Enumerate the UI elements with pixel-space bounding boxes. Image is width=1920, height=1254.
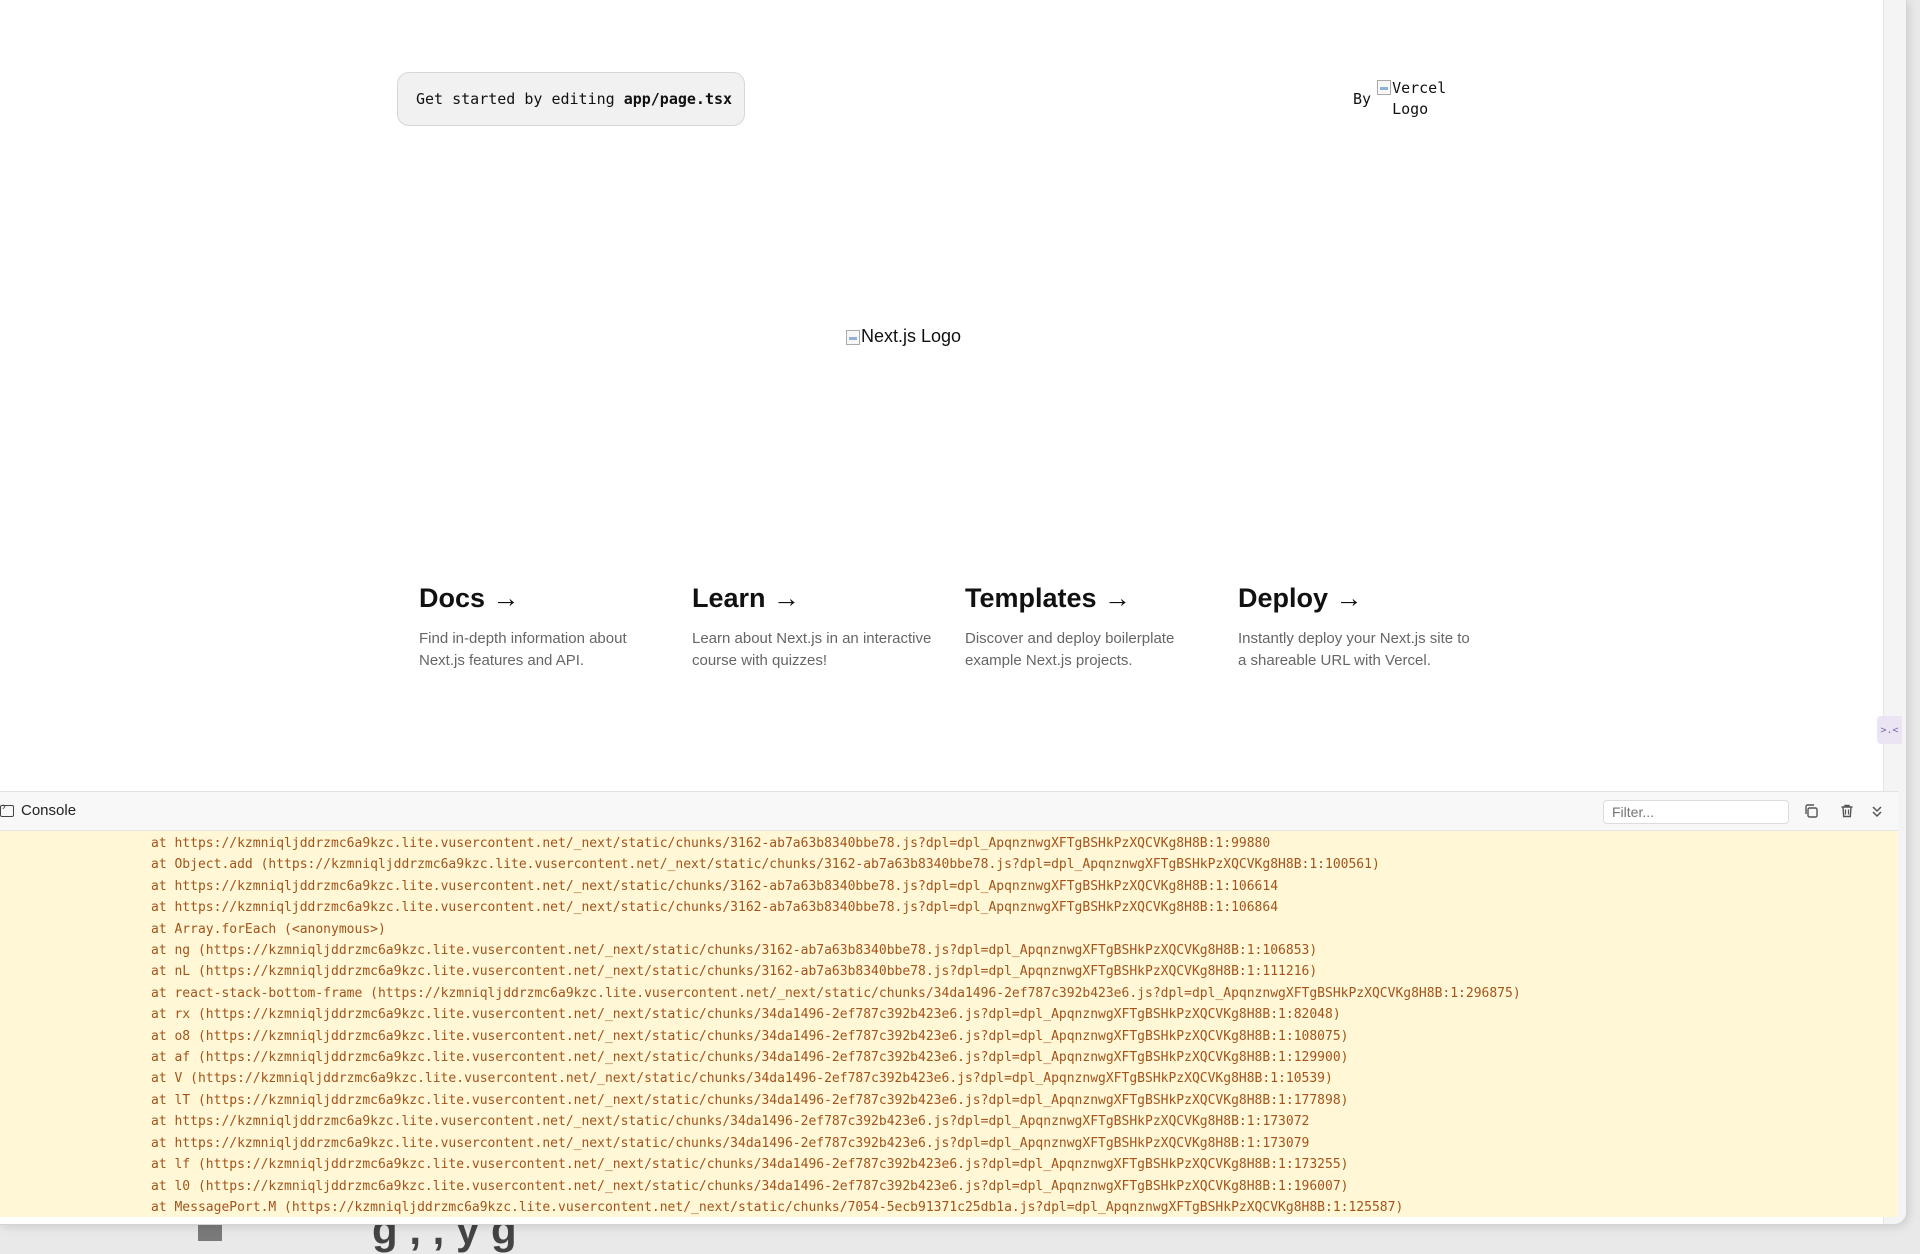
broken-image-icon [846,330,860,345]
by-label: By [1353,90,1372,108]
log-line: at nL (https://kzmniqljddrzmc6a9kzc.lite… [151,964,1318,980]
card-title: Docs → [419,583,520,613]
card-title: Learn → [692,583,801,613]
card-description: Find in-depth information about Next.js … [419,630,627,669]
deploy-card[interactable]: Deploy → Instantly deploy your Next.js s… [1238,580,1511,672]
log-line: at V (https://kzmniqljddrzmc6a9kzc.lite.… [151,1071,1333,1087]
log-line: at https://kzmniqljddrzmc6a9kzc.lite.vus… [151,1114,1310,1130]
copy-icon[interactable] [1803,803,1819,819]
log-line: at https://kzmniqljddrzmc6a9kzc.lite.vus… [151,900,1279,916]
console-log: at https://kzmniqljddrzmc6a9kzc.lite.vus… [0,831,1898,1218]
log-line: at https://kzmniqljddrzmc6a9kzc.lite.vus… [151,878,1279,894]
log-line: at ng (https://kzmniqljddrzmc6a9kzc.lite… [151,943,1318,959]
log-line: at rx (https://kzmniqljddrzmc6a9kzc.lite… [151,1007,1341,1023]
log-line: at o8 (https://kzmniqljddrzmc6a9kzc.lite… [151,1028,1349,1044]
get-started-text: Get started by editing [416,90,615,108]
log-line: at https://kzmniqljddrzmc6a9kzc.lite.vus… [151,1135,1310,1151]
browser-preview-window: Get started by editing app/page.tsx By V… [0,0,1906,1224]
devtools-toggle-label: >.< [1880,724,1899,736]
console-header: Console [0,792,1898,831]
learn-card[interactable]: Learn → Learn about Next.js in an intera… [692,580,965,672]
log-line: at Object.add (https://kzmniqljddrzmc6a9… [151,857,1380,873]
log-line: at lf (https://kzmniqljddrzmc6a9kzc.lite… [151,1157,1349,1173]
nextjs-logo-image: Next.js Logo [846,326,961,347]
console-title: Console [21,802,77,819]
log-line: at l0 (https://kzmniqljddrzmc6a9kzc.lite… [151,1178,1349,1194]
log-line: at lT (https://kzmniqljddrzmc6a9kzc.lite… [151,1092,1349,1108]
log-line: at react-stack-bottom-frame (https://kzm… [151,985,1521,1001]
log-line: at MessagePort.M (https://kzmniqljddrzmc… [151,1199,1404,1215]
terminal-icon [0,801,14,817]
card-title: Templates → [965,583,1132,613]
trash-icon[interactable] [1839,803,1855,819]
log-line: at Array.forEach (<anonymous>) [151,921,386,937]
docs-card[interactable]: Docs → Find in-depth information about N… [419,580,692,672]
console-panel: Console at https://kzmniqljddrzmc6a9kzc.… [0,791,1898,1217]
log-line: at https://kzmniqljddrzmc6a9kzc.lite.vus… [151,836,1271,851]
vercel-logo-image: Vercel Logo [1377,78,1472,120]
nextjs-logo-alt: Next.js Logo [861,326,962,346]
card-description: Discover and deploy boilerplate example … [965,630,1175,669]
log-line: at af (https://kzmniqljddrzmc6a9kzc.lite… [151,1050,1349,1066]
console-tab[interactable]: Console [0,801,77,819]
vercel-logo-alt: Vercel Logo [1392,79,1447,118]
card-description: Instantly deploy your Next.js site to a … [1238,630,1470,669]
get-started-file: app/page.tsx [623,90,733,108]
get-started-banner: Get started by editing app/page.tsx [397,72,745,126]
background-window-edge [198,1224,222,1241]
by-vercel-link[interactable]: By Vercel Logo [1353,78,1472,120]
card-title: Deploy → [1238,583,1363,613]
card-description: Learn about Next.js in an interactive co… [692,630,932,669]
chevron-double-down-icon[interactable] [1869,803,1885,819]
templates-card[interactable]: Templates → Discover and deploy boilerpl… [965,580,1238,672]
console-filter-input[interactable] [1603,800,1789,824]
broken-image-icon [1377,80,1392,95]
devtools-toggle-widget[interactable]: >.< [1877,716,1902,744]
card-grid: Docs → Find in-depth information about N… [419,580,1511,672]
